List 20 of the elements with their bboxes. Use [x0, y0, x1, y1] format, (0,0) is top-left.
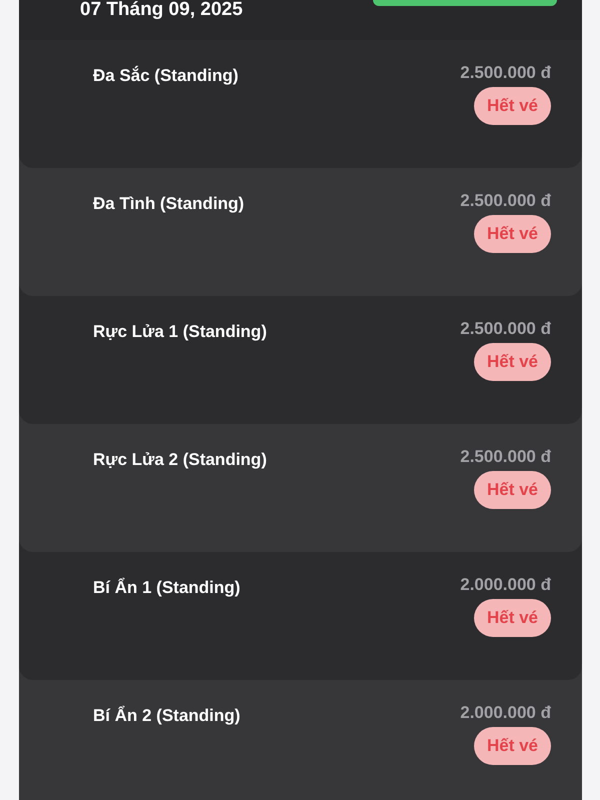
- ticket-price: 2.500.000 đ: [460, 318, 551, 340]
- ticket-name: Bí Ẩn 1 (Standing): [93, 577, 240, 599]
- ticket-price: 2.500.000 đ: [460, 446, 551, 468]
- sold-out-badge: Hết vé: [474, 599, 551, 637]
- sold-out-badge: Hết vé: [474, 343, 551, 381]
- ticket-name: Bí Ẩn 2 (Standing): [93, 705, 240, 727]
- sold-out-badge: Hết vé: [474, 471, 551, 509]
- ticket-name: Rực Lửa 1 (Standing): [93, 321, 267, 343]
- ticket-name: Đa Tình (Standing): [93, 193, 244, 215]
- ticket-price: 2.000.000 đ: [460, 574, 551, 596]
- ticket-price: 2.000.000 đ: [460, 702, 551, 724]
- ticket-price: 2.500.000 đ: [460, 190, 551, 212]
- ticket-name: Đa Sắc (Standing): [93, 65, 238, 87]
- ticket-price: 2.500.000 đ: [460, 62, 551, 84]
- sold-out-badge: Hết vé: [474, 215, 551, 253]
- event-date: 07 Tháng 09, 2025: [80, 0, 243, 19]
- sold-out-badge: Hết vé: [474, 727, 551, 765]
- sold-out-badge: Hết vé: [474, 87, 551, 125]
- action-button[interactable]: [373, 0, 557, 6]
- ticket-name: Rực Lửa 2 (Standing): [93, 449, 267, 471]
